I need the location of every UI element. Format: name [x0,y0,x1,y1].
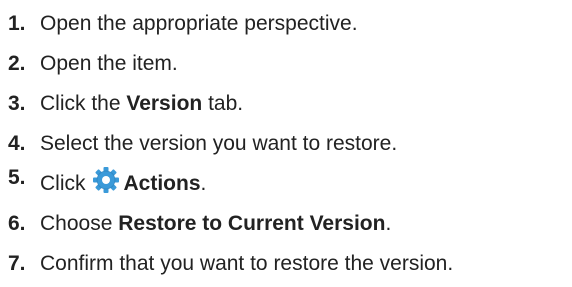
step-text-prefix: Click the [40,92,127,115]
gear-icon [92,167,119,193]
step-text: Click the Version tab. [40,84,243,124]
step-4: 4. Select the version you want to restor… [8,124,453,164]
step-text-suffix: . [200,172,207,195]
step-text: Open the appropriate perspective. [40,12,358,35]
restore-option-label: Restore to Current Version [118,212,386,235]
step-number: 3. [8,92,26,115]
actions-label: Actions [123,172,201,195]
step-text-prefix: Click [40,172,86,195]
step-text: Confirm that you want to restore the ver… [40,252,454,275]
step-7: 7. Confirm that you want to restore the … [8,244,453,284]
step-number: 2. [8,52,26,75]
step-text: Click Actions. [40,164,206,204]
step-5: 5. Click Actions. [8,164,453,204]
step-6: 6. Choose Restore to Current Version. [8,204,453,244]
step-text: Select the version you want to restore. [40,132,398,155]
step-number: 5. [8,166,26,189]
step-text: Open the item. [40,52,178,75]
step-text-prefix: Choose [40,212,119,235]
procedure-steps: 1. Open the appropriate perspective. 2. … [8,4,453,284]
step-number: 6. [8,212,26,235]
step-text-suffix: . [385,212,392,235]
step-3: 3. Click the Version tab. [8,84,453,124]
step-2: 2. Open the item. [8,44,453,84]
step-text: Choose Restore to Current Version. [40,204,391,244]
step-text-suffix: tab. [202,92,244,115]
step-number: 7. [8,252,26,275]
step-1: 1. Open the appropriate perspective. [8,4,453,44]
step-number: 1. [8,12,26,35]
version-tab-label: Version [126,92,203,115]
